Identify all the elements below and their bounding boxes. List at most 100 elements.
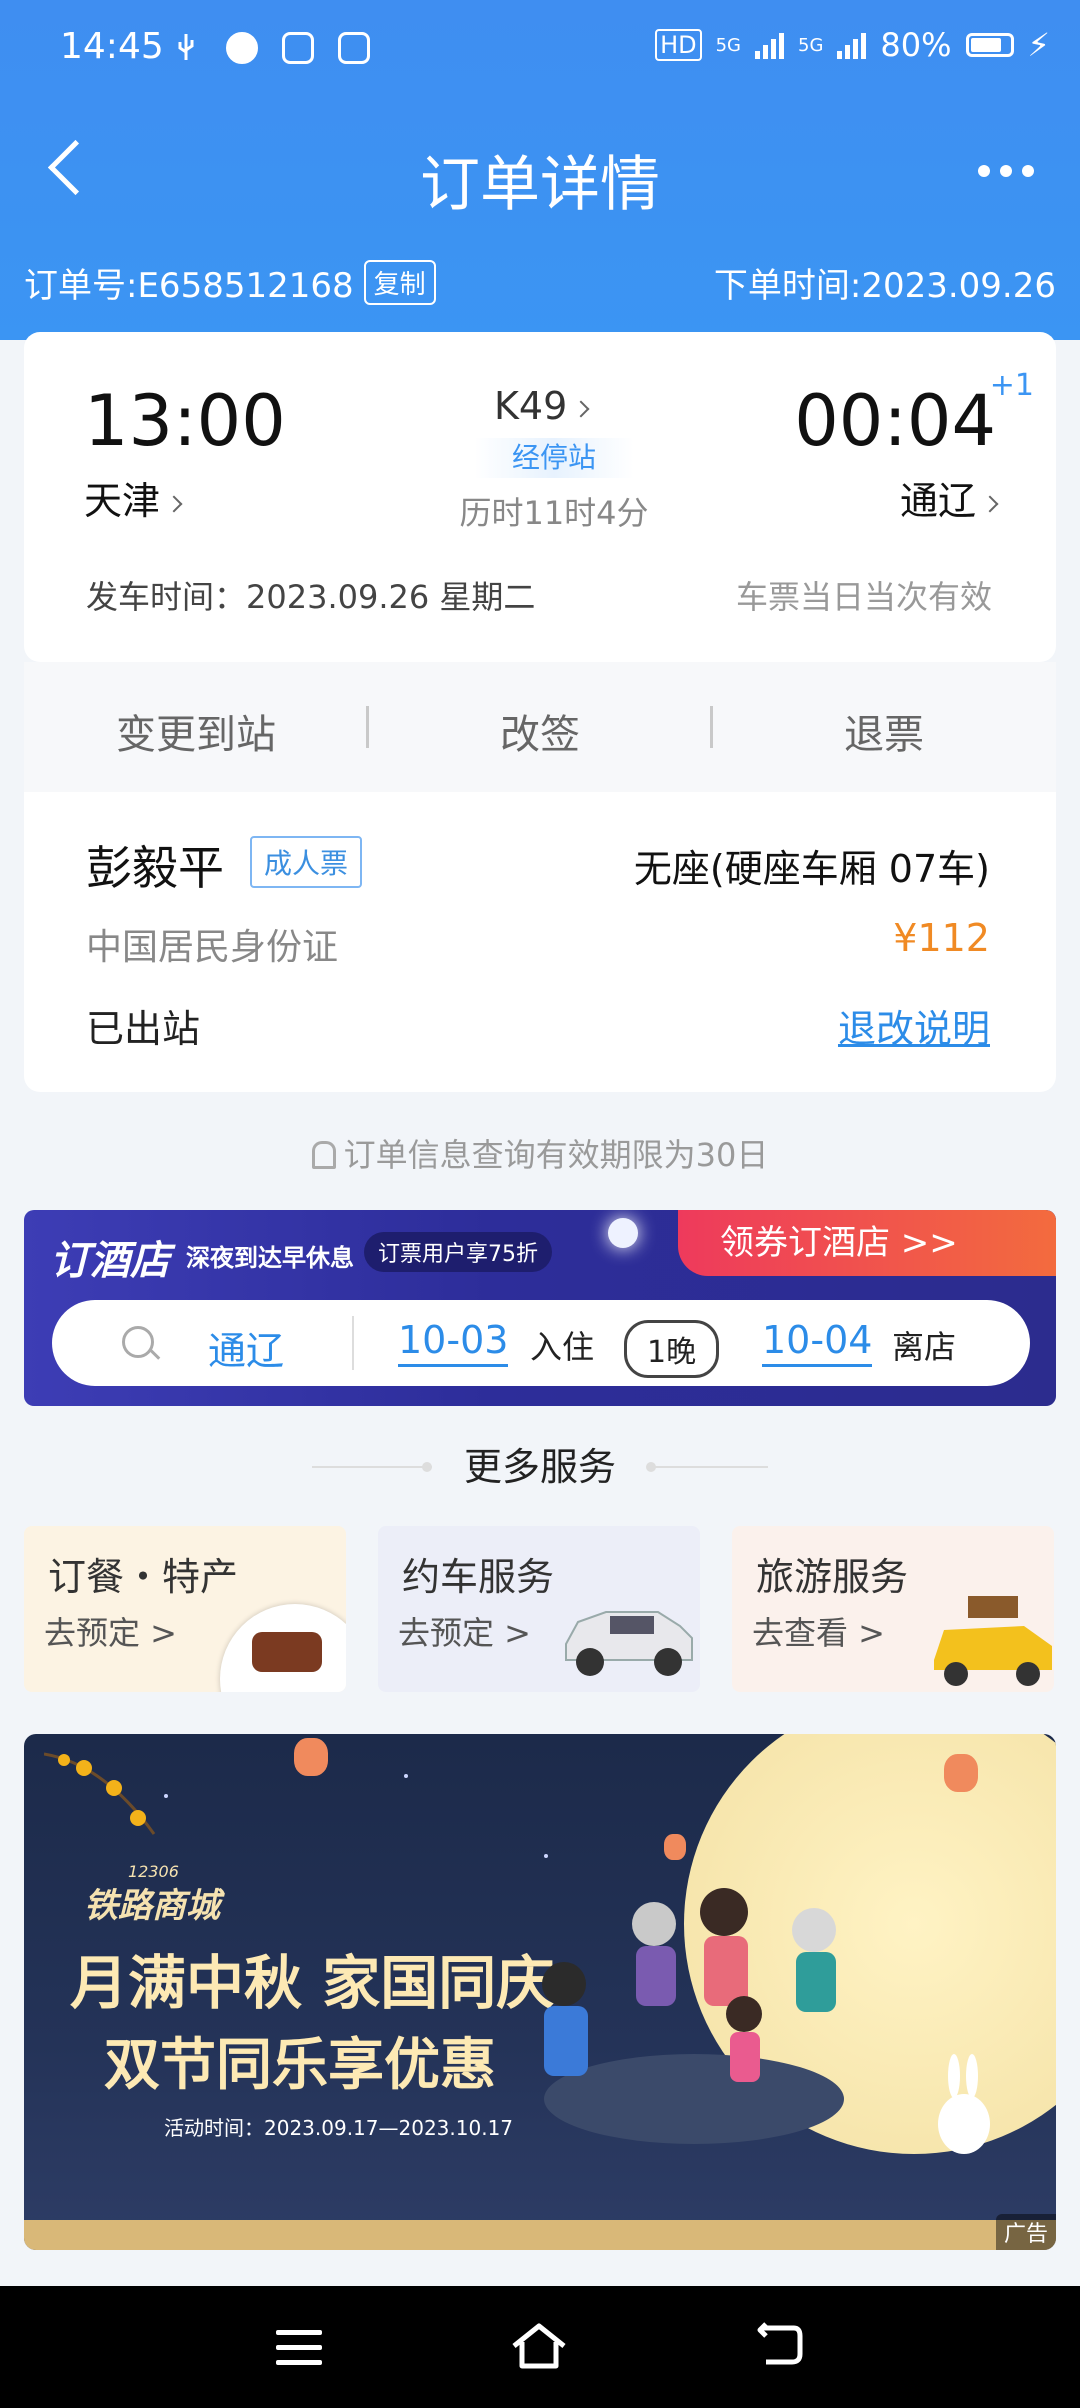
lantern-decoration <box>664 1834 686 1860</box>
train-number[interactable]: K49 <box>494 384 590 428</box>
hotel-search-bar[interactable]: 通辽 10-03 入住 1晚 10-04 离店 <box>52 1300 1030 1386</box>
header: 14:45 HD 5G 5G 80% ⚡ 订单详情 订单号:E658512168… <box>0 0 1080 340</box>
departure-date: 发车时间：2023.09.26 星期二 <box>86 578 536 616</box>
ad-headline-2: 双节同乐享优惠 <box>104 2033 496 2098</box>
duration: 历时11时4分 <box>459 494 649 532</box>
service-title: 订餐・特产 <box>48 1555 239 1599</box>
chevron-right-icon <box>572 400 590 417</box>
home-icon[interactable] <box>510 2322 568 2370</box>
lantern-decoration <box>294 1738 328 1776</box>
ad-brand: 铁路商城 <box>84 1886 220 1926</box>
ad-date: 活动时间：2023.09.17—2023.10.17 <box>164 2116 514 2140</box>
search-icon <box>122 1326 154 1358</box>
network-label-2: 5G <box>798 34 824 56</box>
ticket-price: ¥112 <box>893 916 990 960</box>
star-decoration <box>404 1774 408 1778</box>
order-number: 订单号:E658512168 <box>24 266 354 306</box>
ticket-actions: 变更到站 改签 退票 <box>24 662 1056 792</box>
passenger-card: 彭毅平 成人票 无座(硬座车厢 07车) 中国居民身份证 ¥112 已出站 退改… <box>24 792 1056 1092</box>
train-number-label: K49 <box>494 384 568 428</box>
message-icon <box>226 32 258 64</box>
ad-headline-1: 月满中秋 家国同庆 <box>70 1949 555 2017</box>
lantern-decoration <box>944 1754 978 1792</box>
refund-button[interactable]: 退票 <box>712 702 1056 760</box>
hotel-coupon-button[interactable]: 领券订酒店 >> <box>678 1210 1056 1276</box>
hotel-banner[interactable]: 订酒店 深夜到达早休息 订票用户享75折 领券订酒店 >> 通辽 10-03 入… <box>24 1210 1056 1406</box>
battery-percent: 80% <box>880 26 952 64</box>
app-icon <box>282 32 314 64</box>
ticket-type-badge: 成人票 <box>250 836 363 888</box>
hotel-city[interactable]: 通辽 <box>208 1320 284 1375</box>
checkin-date[interactable]: 10-03 <box>398 1318 509 1367</box>
signal-icon-2 <box>837 31 867 59</box>
divider <box>648 1466 768 1468</box>
service-food[interactable]: 订餐・特产 去预定 > <box>24 1526 346 1692</box>
validity-notice: 订单信息查询有效期限为30日 <box>0 1130 1080 1176</box>
departure-station[interactable]: 天津 <box>84 470 183 525</box>
floor-decoration <box>24 2220 1056 2250</box>
departure-station-label: 天津 <box>84 479 161 523</box>
notice-text: 订单信息查询有效期限为30日 <box>343 1136 769 1174</box>
status-time: 14:45 <box>60 26 164 67</box>
more-icon[interactable] <box>978 165 1034 177</box>
service-title: 旅游服务 <box>756 1555 909 1599</box>
service-title: 约车服务 <box>402 1555 555 1599</box>
order-number-row: 订单号:E658512168 复制 <box>24 258 436 307</box>
chevron-right-icon <box>165 495 183 512</box>
moon-icon <box>608 1218 638 1248</box>
ticket-status: 已出站 <box>86 1007 201 1051</box>
back-nav-icon[interactable] <box>756 2322 804 2366</box>
copy-button[interactable]: 复制 <box>363 260 436 305</box>
hotel-subtitle: 深夜到达早休息 <box>186 1244 354 1272</box>
rebook-button[interactable]: 改签 <box>368 702 712 760</box>
star-decoration <box>544 1854 548 1858</box>
travel-car-icon <box>934 1596 1052 1686</box>
network-label-1: 5G <box>715 34 741 56</box>
status-right: HD 5G 5G 80% ⚡ <box>655 26 1050 64</box>
refund-rules-link[interactable]: 退改说明 <box>838 998 990 1053</box>
next-day-badge: +1 <box>989 368 1034 403</box>
service-link: 去预定 > <box>44 1614 177 1652</box>
checkin-label: 入住 <box>530 1328 595 1366</box>
charging-icon: ⚡ <box>1027 26 1050 64</box>
service-link: 去查看 > <box>752 1614 885 1652</box>
order-time: 下单时间:2023.09.26 <box>713 266 1056 306</box>
food-plate-image <box>220 1604 346 1692</box>
arrival-station-label: 通辽 <box>899 479 976 523</box>
usb-icon <box>170 32 202 64</box>
hotel-logo: 订酒店 <box>50 1238 170 1284</box>
service-travel[interactable]: 旅游服务 去查看 > <box>732 1526 1054 1692</box>
id-type: 中国居民身份证 <box>86 927 339 968</box>
hotel-promo: 订票用户享75折 <box>364 1232 552 1272</box>
status-bar: 14:45 HD 5G 5G 80% ⚡ <box>0 0 1080 100</box>
train-card: 13:00 天津 K49 经停站 历时11时4分 00:04 +1 通辽 发车时… <box>24 332 1056 662</box>
ticket-validity: 车票当日当次有效 <box>735 578 992 616</box>
battery-icon <box>965 33 1014 57</box>
arrival-station[interactable]: 通辽 <box>899 470 999 525</box>
departure-time: 13:00 <box>84 380 286 462</box>
menu-icon[interactable] <box>276 2330 322 2375</box>
service-link: 去预定 > <box>398 1614 531 1652</box>
arrival-time: 00:04 <box>794 380 996 462</box>
ad-banner[interactable]: 12306 铁路商城 月满中秋 家国同庆 双节同乐享优惠 活动时间：2023.0… <box>24 1734 1056 2250</box>
checkout-date[interactable]: 10-04 <box>762 1318 873 1367</box>
change-station-button[interactable]: 变更到站 <box>24 702 368 760</box>
family-illustration <box>542 1888 836 2082</box>
seat-info: 无座(硬座车厢 07车) <box>633 847 990 891</box>
bell-icon <box>311 1141 336 1169</box>
nights-badge: 1晚 <box>624 1320 720 1378</box>
service-car[interactable]: 约车服务 去预定 > <box>378 1526 700 1692</box>
car-icon <box>565 1611 693 1676</box>
signal-icon <box>755 31 784 59</box>
passenger-name: 彭毅平 <box>86 841 224 895</box>
stops-link[interactable]: 经停站 <box>474 438 634 478</box>
more-services-title: 更多服务 <box>463 1445 616 1489</box>
chevron-right-icon <box>981 495 999 512</box>
hd-icon: HD <box>655 29 702 61</box>
rabbit-illustration <box>938 2054 990 2154</box>
notification-icons <box>170 32 370 64</box>
osmanthus-decoration <box>43 1744 174 1854</box>
app-icon-2 <box>338 32 370 64</box>
page-title: 订单详情 <box>420 150 660 220</box>
system-nav-bar <box>0 2286 1080 2408</box>
